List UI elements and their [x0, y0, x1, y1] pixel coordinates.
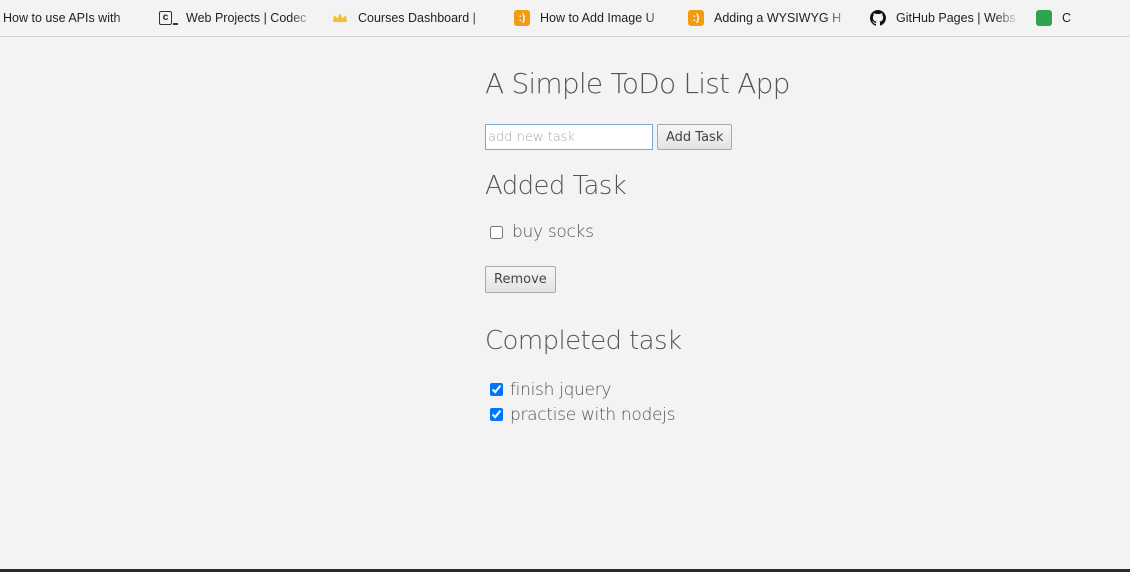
page-title: A Simple ToDo List App: [485, 67, 790, 100]
completed-task-list: finish jquery practise with nodejs: [485, 377, 790, 427]
bookmark-wysiwyg[interactable]: :) Adding a WYSIWYG H: [688, 10, 854, 26]
list-item: finish jquery: [490, 377, 790, 402]
orange-bracket-icon: :): [688, 10, 704, 26]
orange-bracket-icon: :): [514, 10, 530, 26]
green-bracket-icon: [1036, 10, 1052, 26]
task-label: finish jquery: [510, 379, 612, 400]
new-task-input[interactable]: [485, 124, 653, 150]
task-checkbox[interactable]: [490, 383, 503, 396]
bookmark-label: How to use APIs with: [3, 11, 121, 25]
list-item: practise with nodejs: [490, 402, 790, 427]
bookmark-label: How to Add Image U: [540, 11, 655, 25]
task-label: practise with nodejs: [510, 404, 676, 425]
task-checkbox[interactable]: [490, 225, 503, 239]
codecademy-icon: c: [159, 11, 178, 25]
bookmark-label: Courses Dashboard |: [358, 11, 476, 25]
added-task-heading: Added Task: [485, 171, 627, 201]
added-task-list: buy socks: [485, 220, 790, 244]
bookmark-label: GitHub Pages | Webs: [896, 11, 1016, 25]
task-label: buy socks: [512, 222, 594, 242]
remove-button[interactable]: Remove: [485, 266, 556, 293]
bookmark-label: Web Projects | Codec: [186, 11, 307, 25]
bookmark-courses-dashboard[interactable]: Courses Dashboard |: [332, 10, 498, 26]
new-task-form: Add Task: [485, 122, 790, 152]
bookmarks-bar: How to use APIs with c Web Projects | Co…: [0, 0, 1130, 37]
bookmark-add-image[interactable]: :) How to Add Image U: [514, 10, 672, 26]
github-icon: [870, 10, 886, 26]
completed-task-heading: Completed task: [485, 326, 682, 356]
todo-app: A Simple ToDo List App Add Task Added Ta…: [485, 62, 790, 427]
bookmark-web-projects[interactable]: c Web Projects | Codec: [159, 11, 316, 25]
bookmark-overflow[interactable]: C: [1036, 10, 1082, 26]
bookmark-github-pages[interactable]: GitHub Pages | Webs: [870, 10, 1020, 26]
add-task-button[interactable]: Add Task: [657, 124, 733, 150]
crown-icon: [332, 10, 348, 26]
bookmark-label: C: [1062, 11, 1072, 25]
task-checkbox[interactable]: [490, 408, 503, 421]
bookmark-label: Adding a WYSIWYG H: [714, 11, 842, 25]
bookmark-apis[interactable]: How to use APIs with: [3, 11, 143, 25]
list-item: buy socks: [490, 220, 790, 244]
